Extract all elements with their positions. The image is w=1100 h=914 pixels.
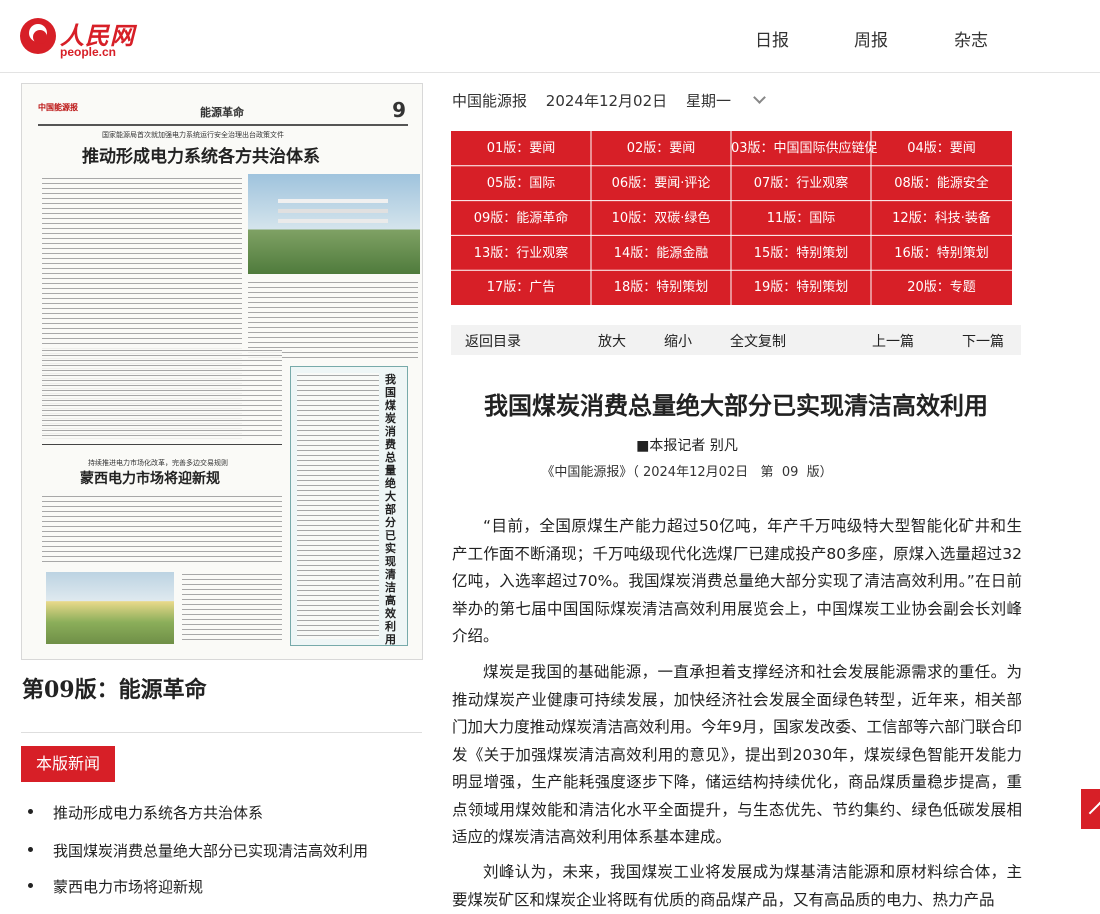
vertical-article-box: 我国煤炭消费总量绝大部分已实现清洁高效利用 [290, 366, 408, 646]
section-news-badge: 本版新闻 [21, 746, 115, 782]
page-number: 9 [392, 98, 406, 122]
text-block [182, 572, 282, 644]
edition-link[interactable]: 12版：科技·装备 [871, 202, 1012, 235]
issue-date: 2024年12月02日 [545, 92, 668, 110]
text-block [297, 373, 379, 639]
issue-weekday: 星期一 [685, 92, 731, 110]
divider [21, 732, 422, 733]
nav-weekly[interactable]: 周报 [854, 26, 888, 51]
article-paragraph: 刘峰认为，未来，我国煤炭工业将发展成为煤基清洁能源和原材料综合体，主要煤炭矿区和… [452, 863, 1022, 909]
page-headline-2: 蒙西电力市场将迎新规 [80, 471, 220, 487]
bullet-icon [28, 847, 33, 852]
edition-link[interactable]: 07版：行业观察 [731, 167, 871, 200]
page-masthead: 中国能源报 能源革命 9 [38, 98, 408, 126]
article-source: 《中国能源报》（ 2024年12月02日 第 09 版） [541, 465, 833, 480]
edition-grid: 01版：要闻 02版：要闻 03版：中国国际供应链促 04版：要闻 05版：国际… [451, 131, 1012, 305]
vertical-headline: 我国煤炭消费总量绝大部分已实现清洁高效利用 [385, 373, 396, 646]
edition-link[interactable]: 08版：能源安全 [871, 167, 1012, 200]
edition-link[interactable]: 14版：能源金融 [591, 237, 731, 270]
page-headline: 推动形成电力系统各方共治体系 [82, 147, 320, 167]
edition-link[interactable]: 06版：要闻·评论 [591, 167, 731, 200]
bullet-icon [28, 883, 33, 888]
article-title: 我国煤炭消费总量绝大部分已实现清洁高效利用 [484, 392, 988, 420]
text-block [42, 494, 282, 564]
bullet-icon [28, 809, 33, 814]
page-subtitle-2: 持续推进电力市场化改革，完善多边交易规则 [88, 459, 228, 467]
edition-link[interactable]: 10版：双碳·绿色 [591, 202, 731, 235]
edition-link[interactable]: 15版：特别策划 [731, 237, 871, 270]
edition-link[interactable]: 17版：广告 [451, 271, 591, 304]
people-logo[interactable]: 人民网 people.cn [20, 14, 140, 62]
news-item-label: 我国煤炭消费总量绝大部分已实现清洁高效利用 [53, 842, 369, 860]
edition-link[interactable]: 13版：行业观察 [451, 237, 591, 270]
newspaper-page-image[interactable]: 中国能源报 能源革命 9 国家能源局首次就加强电力系统运行安全治理出台政策文件 … [21, 83, 423, 660]
news-item[interactable]: 我国煤炭消费总量绝大部分已实现清洁高效利用 [28, 840, 368, 861]
news-item[interactable]: 蒙西电力市场将迎新规 [28, 876, 203, 897]
edition-link[interactable]: 02版：要闻 [591, 132, 731, 165]
edition-link[interactable]: 01版：要闻 [451, 132, 591, 165]
article-paragraph: 煤炭是我国的基础能源，一直承担着支撑经济和社会发展能源需求的重任。为推动煤炭产业… [452, 663, 1022, 846]
logo-icon [20, 18, 56, 54]
text-block [42, 348, 282, 440]
article-byline: ■本报记者 别凡 [636, 438, 738, 454]
dateline: 中国能源报 2024年12月02日 星期一 [452, 90, 778, 111]
article-paragraph: “目前，全国原煤生产能力超过50亿吨，年产千万吨级特大型智能化矿井和生产工作面不… [452, 517, 1022, 645]
divider [42, 444, 282, 445]
zoom-in-button[interactable]: 放大 [598, 331, 626, 351]
edition-link[interactable]: 18版：特别策划 [591, 271, 731, 304]
edition-link[interactable]: 16版：特别策划 [871, 237, 1012, 270]
news-item[interactable]: 推动形成电力系统各方共治体系 [28, 802, 263, 823]
article-toolbar: 返回目录 放大 缩小 全文复制 上一篇 下一篇 [451, 325, 1021, 355]
page-section: 能源革命 [200, 106, 244, 119]
back-to-contents-button[interactable]: 返回目录 [465, 331, 521, 351]
logo-domain: people.cn [60, 45, 117, 59]
nav-magazine[interactable]: 杂志 [954, 26, 988, 51]
page-brand: 中国能源报 [38, 103, 78, 112]
edition-link[interactable]: 05版：国际 [451, 167, 591, 200]
site-header: 人民网 people.cn 日报 周报 杂志 [0, 0, 1100, 73]
zoom-out-button[interactable]: 缩小 [664, 331, 692, 351]
edition-link[interactable]: 04版：要闻 [871, 132, 1012, 165]
edition-link[interactable]: 20版：专题 [871, 271, 1012, 304]
edition-title: 第09版：能源革命 [22, 677, 207, 703]
chevron-down-icon[interactable] [753, 91, 766, 104]
news-item-label: 推动形成电力系统各方共治体系 [53, 804, 264, 822]
page-subtitle: 国家能源局首次就加强电力系统运行安全治理出台政策文件 [102, 131, 284, 139]
edition-link[interactable]: 19版：特别策划 [731, 271, 871, 304]
edition-link[interactable]: 03版：中国国际供应链促 [731, 132, 878, 165]
nav-daily[interactable]: 日报 [755, 26, 789, 51]
edition-link[interactable]: 09版：能源革命 [451, 202, 591, 235]
next-article-button[interactable]: 下一篇 [962, 331, 1004, 351]
edition-link[interactable]: 11版：国际 [731, 202, 871, 235]
copy-all-button[interactable]: 全文复制 [730, 331, 786, 351]
photo-power-workers [248, 174, 420, 274]
back-to-top-button[interactable] [1081, 789, 1100, 829]
photo-landscape [46, 572, 174, 644]
prev-article-button[interactable]: 上一篇 [872, 331, 914, 351]
news-item-label: 蒙西电力市场将迎新规 [53, 878, 204, 896]
paper-name: 中国能源报 [452, 92, 528, 110]
